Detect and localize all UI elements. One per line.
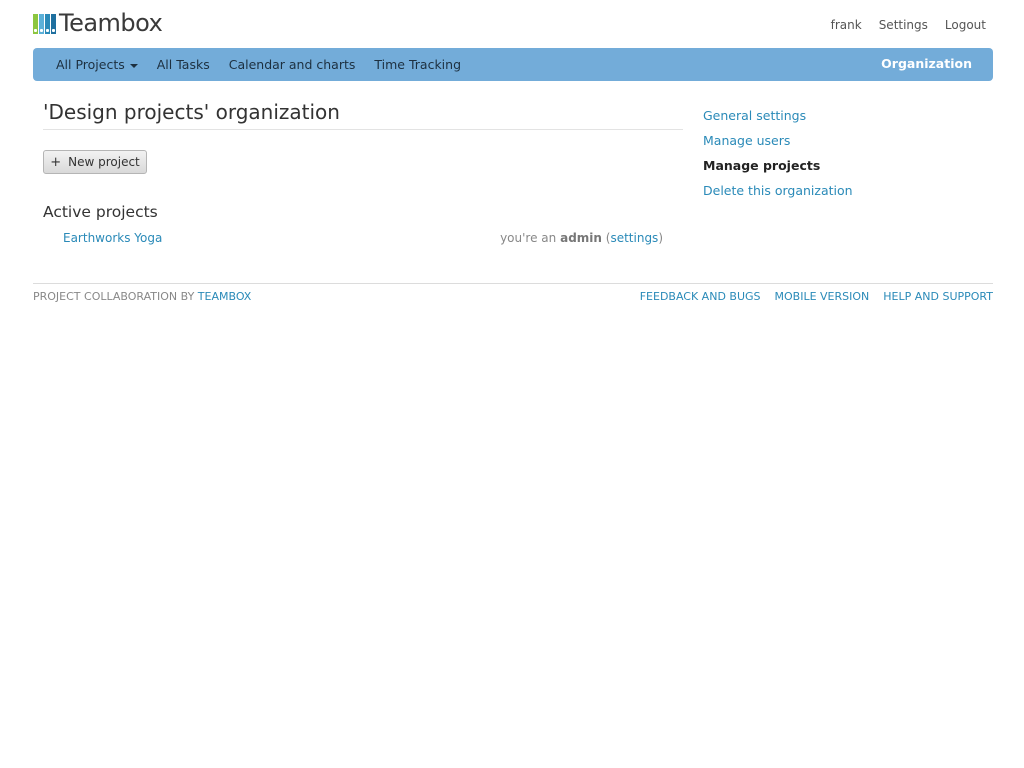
footer-feedback-link[interactable]: FEEDBACK AND BUGS (640, 290, 761, 303)
footer-help-link[interactable]: HELP AND SUPPORT (883, 290, 993, 303)
footer-links: FEEDBACK AND BUGS MOBILE VERSION HELP AN… (640, 290, 993, 303)
footer-teambox-link[interactable]: TEAMBOX (198, 290, 252, 303)
new-project-button[interactable]: + New project (43, 150, 147, 174)
nav-time-tracking[interactable]: Time Tracking (374, 57, 461, 72)
main-navbar: All Projects All Tasks Calendar and char… (33, 48, 993, 81)
sidebar-item-manage-projects: Manage projects (703, 158, 821, 173)
footer-mobile-link[interactable]: MOBILE VERSION (775, 290, 870, 303)
organization-sidebar: General settings Manage users Manage pro… (703, 107, 853, 207)
nav-all-tasks[interactable]: All Tasks (157, 57, 210, 72)
project-settings-link[interactable]: settings (610, 231, 658, 245)
sidebar-item-delete-organization[interactable]: Delete this organization (703, 182, 853, 207)
footer-credit-text: PROJECT COLLABORATION BY (33, 290, 195, 303)
chevron-down-icon (129, 64, 138, 68)
footer: PROJECT COLLABORATION BY TEAMBOX FEEDBAC… (33, 283, 993, 306)
logo-mark-icon (33, 12, 56, 34)
nav-all-projects-label: All Projects (56, 57, 125, 72)
project-role: you're an admin (settings) (500, 231, 663, 245)
page-title: 'Design projects' organization (43, 100, 683, 130)
role-value: admin (560, 231, 602, 245)
project-link[interactable]: Earthworks Yoga (63, 231, 162, 245)
nav-calendar-and-charts[interactable]: Calendar and charts (229, 57, 356, 72)
sidebar-item-general-settings[interactable]: General settings (703, 107, 853, 132)
teambox-logo[interactable]: Teambox (33, 9, 163, 37)
nav-all-projects[interactable]: All Projects (56, 57, 138, 72)
role-prefix: you're an (500, 231, 557, 245)
nav-organization[interactable]: Organization (881, 56, 972, 71)
new-project-label: New project (68, 155, 140, 169)
logo-text: Teambox (59, 9, 163, 37)
plus-icon: + (50, 154, 62, 170)
username-link[interactable]: frank (831, 18, 862, 32)
user-links: frank Settings Logout (831, 18, 986, 32)
active-projects-heading: Active projects (43, 203, 158, 221)
footer-credit: PROJECT COLLABORATION BY TEAMBOX (33, 290, 251, 303)
project-row: Earthworks Yoga you're an admin (setting… (63, 231, 663, 249)
logout-link[interactable]: Logout (945, 18, 986, 32)
sidebar-item-manage-users[interactable]: Manage users (703, 132, 853, 157)
settings-link[interactable]: Settings (879, 18, 928, 32)
